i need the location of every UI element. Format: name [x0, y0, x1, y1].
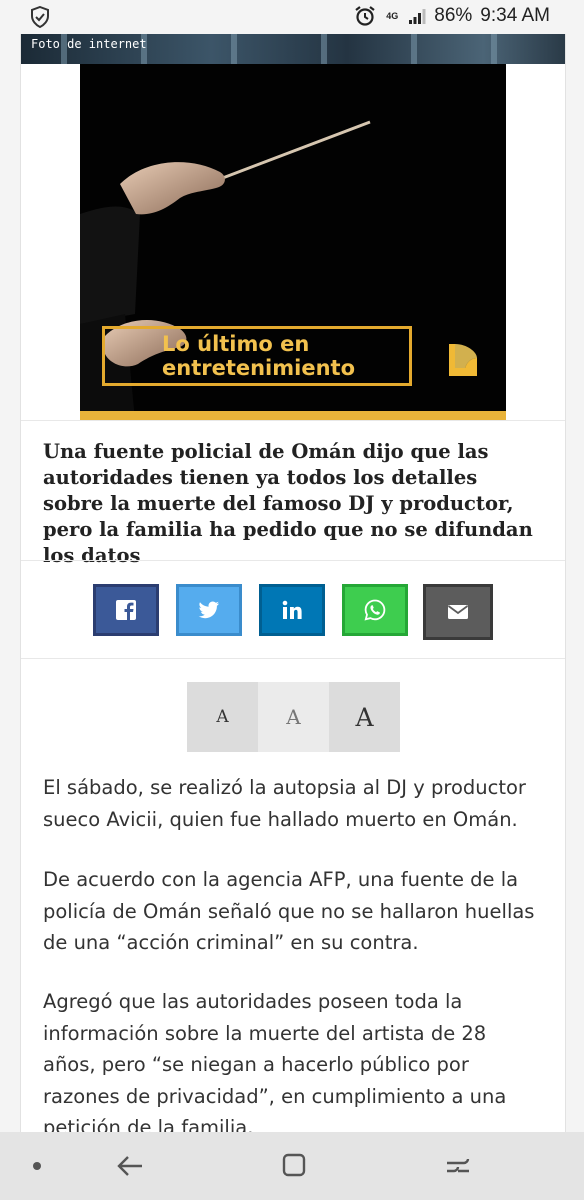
article-paragraph: De acuerdo con la agencia AFP, una fuent… — [43, 868, 535, 954]
share-linkedin-button[interactable] — [259, 584, 325, 636]
photo-caption: Foto de internet — [31, 37, 147, 51]
font-size-small-button[interactable]: A — [187, 682, 258, 752]
system-navigation-bar — [0, 1132, 584, 1200]
divider — [21, 658, 565, 659]
article-headline: Una fuente policial de Omán dijo que las… — [43, 440, 533, 567]
share-twitter-button[interactable] — [176, 584, 242, 636]
facebook-icon — [116, 600, 136, 620]
font-size-medium-button[interactable]: A — [258, 682, 329, 752]
share-email-button[interactable] — [423, 584, 493, 640]
promo-label-line2: entretenimiento — [162, 356, 355, 380]
alarm-icon — [355, 6, 375, 26]
linkedin-icon — [282, 600, 302, 619]
divider — [21, 560, 565, 561]
clock-time: 9:34 AM — [480, 5, 550, 26]
battery-percent: 86% — [434, 5, 473, 26]
mail-icon — [447, 605, 469, 619]
promo-banner-image[interactable]: Lo último en entretenimiento — [80, 64, 506, 420]
promo-label-line1: Lo último en — [162, 332, 310, 356]
promo-accent-bar — [80, 411, 506, 420]
home-button-icon[interactable] — [281, 1152, 307, 1178]
share-whatsapp-button[interactable] — [342, 584, 408, 636]
signal-icon — [409, 9, 426, 24]
article-paragraph: Agregó que las autoridades poseen toda l… — [43, 990, 507, 1132]
divider — [21, 420, 565, 421]
network-type-label: 4G — [386, 10, 399, 21]
shield-check-icon — [31, 6, 49, 28]
recent-apps-icon[interactable] — [444, 1152, 472, 1180]
font-size-selector: A A A — [187, 682, 400, 752]
whatsapp-icon — [364, 599, 386, 621]
article-paragraph: El sábado, se realizó la autopsia al DJ … — [43, 776, 526, 831]
brand-logo-icon — [449, 344, 477, 376]
article-card: Foto de internet Lo último en entretenim… — [20, 34, 566, 1132]
font-size-large-button[interactable]: A — [329, 682, 400, 752]
nav-hide-dot[interactable] — [33, 1162, 41, 1170]
status-bar: 4G 86% 9:34 AM — [0, 0, 584, 34]
twitter-icon — [198, 601, 219, 619]
promo-label: Lo último en entretenimiento — [162, 332, 355, 380]
header-photo-strip: Foto de internet — [21, 34, 565, 64]
back-arrow-icon[interactable] — [116, 1152, 144, 1180]
share-facebook-button[interactable] — [93, 584, 159, 636]
